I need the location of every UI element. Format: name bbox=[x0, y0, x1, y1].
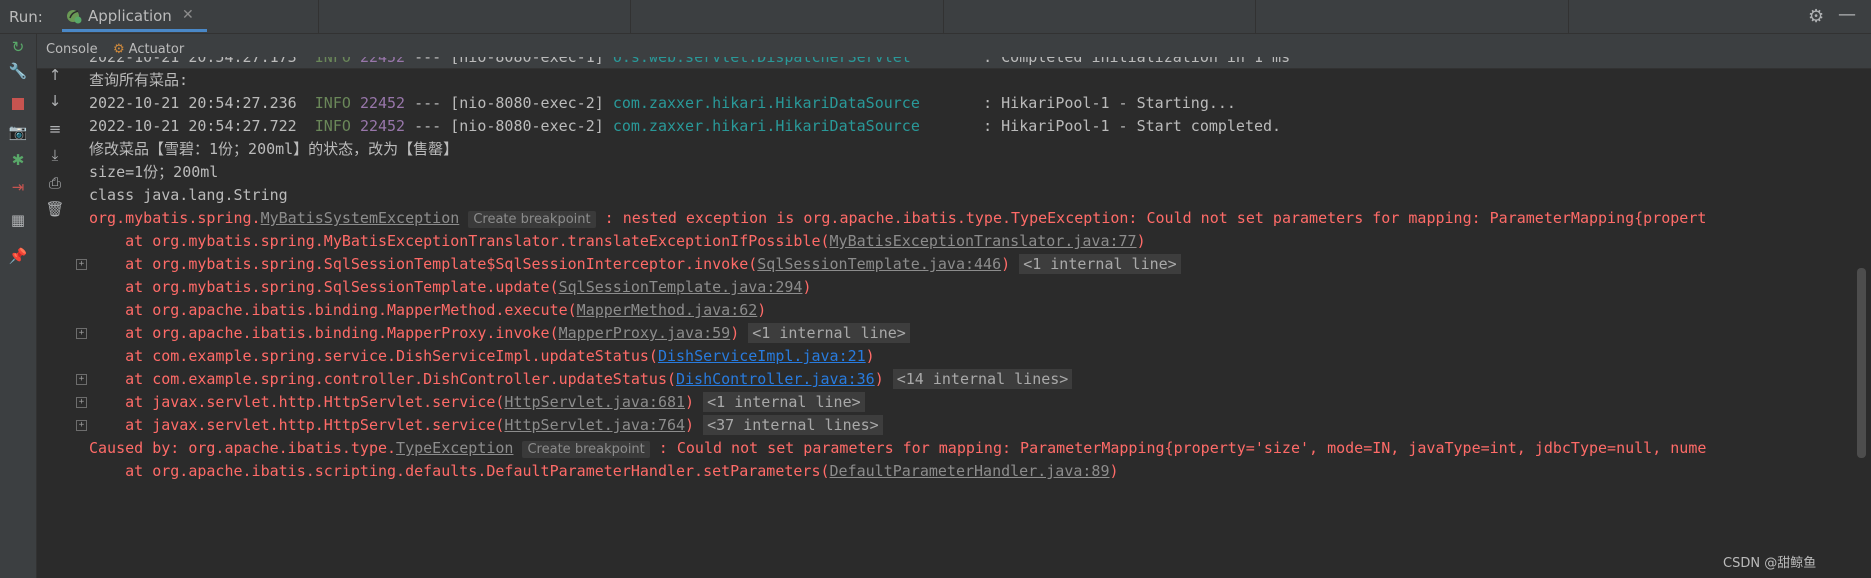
fold-expand-icon[interactable]: + bbox=[76, 328, 87, 339]
stack-frame: at org.apache.ibatis.binding.MapperProxy… bbox=[89, 322, 910, 345]
stop-icon[interactable] bbox=[8, 94, 28, 114]
fold-expand-icon[interactable]: + bbox=[76, 397, 87, 408]
vertical-scrollbar[interactable] bbox=[1857, 268, 1866, 458]
gear-icon[interactable]: ⚙ bbox=[1808, 6, 1824, 27]
run-label: Run: bbox=[9, 8, 43, 26]
source-link[interactable]: MapperMethod.java:62 bbox=[577, 301, 758, 319]
stack-frame: at org.apache.ibatis.binding.MapperMetho… bbox=[89, 301, 767, 319]
exception-class-link[interactable]: TypeException bbox=[396, 439, 513, 457]
rerun-icon[interactable]: ↻ bbox=[8, 37, 28, 57]
source-link[interactable]: MyBatisExceptionTranslator.java:77 bbox=[830, 232, 1137, 250]
exit-icon[interactable]: ⇥ bbox=[8, 177, 28, 197]
up-arrow-icon[interactable]: ↑ bbox=[45, 65, 65, 85]
create-breakpoint-button[interactable]: Create breakpoint bbox=[522, 441, 650, 458]
log-line: 修改菜品【雪碧：1份；200ml】的状态，改为【售罄】 bbox=[89, 140, 459, 158]
debug-icon[interactable]: ✱ bbox=[8, 150, 28, 170]
stack-frame: at org.mybatis.spring.MyBatisExceptionTr… bbox=[89, 232, 1146, 250]
source-link[interactable]: DishController.java:36 bbox=[676, 370, 875, 388]
fold-expand-icon[interactable]: + bbox=[76, 259, 87, 270]
close-icon[interactable]: ✕ bbox=[182, 7, 194, 23]
minimize-icon[interactable]: — bbox=[1838, 4, 1856, 25]
run-toolwindow-header: Run: Application ✕ ⚙ — bbox=[0, 0, 1871, 34]
stack-frame: at javax.servlet.http.HttpServlet.servic… bbox=[89, 414, 883, 437]
source-link[interactable]: HttpServlet.java:681 bbox=[504, 393, 685, 411]
folded-internal-lines[interactable]: <1 internal line> bbox=[748, 323, 910, 343]
wrench-icon[interactable]: 🔧 bbox=[8, 61, 28, 81]
log-line: size=1份；200ml bbox=[89, 163, 219, 181]
stack-frame: at com.example.spring.controller.DishCon… bbox=[89, 368, 1073, 391]
source-link[interactable]: SqlSessionTemplate.java:446 bbox=[757, 255, 1001, 273]
camera-icon[interactable]: 📷 bbox=[8, 122, 28, 142]
log-line: 2022-10-21 20:54:27.236 INFO 22452 --- [… bbox=[89, 94, 1236, 112]
header-divider bbox=[1568, 0, 1569, 33]
log-line: 2022-10-21 20:54:27.722 INFO 22452 --- [… bbox=[89, 117, 1282, 135]
folded-internal-lines[interactable]: <37 internal lines> bbox=[703, 415, 883, 435]
log-line: class java.lang.String bbox=[89, 186, 288, 204]
tab-console[interactable]: Console bbox=[46, 42, 98, 57]
trash-icon[interactable]: 🗑 bbox=[45, 199, 65, 219]
actuator-icon: ⚙ bbox=[113, 42, 125, 57]
create-breakpoint-button[interactable]: Create breakpoint bbox=[468, 211, 596, 228]
stack-frame: at com.example.spring.service.DishServic… bbox=[89, 347, 875, 365]
watermark: CSDN @甜鲸鱼 bbox=[1723, 556, 1817, 571]
source-link[interactable]: DishServiceImpl.java:21 bbox=[658, 347, 866, 365]
header-divider bbox=[943, 0, 944, 33]
stack-frame: at org.apache.ibatis.scripting.defaults.… bbox=[89, 462, 1119, 480]
run-left-toolbar: ↻ 🔧 📷 ✱ ⇥ ▦ 📌 bbox=[0, 34, 37, 578]
tab-application[interactable]: Application ✕ bbox=[62, 0, 207, 33]
fold-expand-icon[interactable]: + bbox=[76, 374, 87, 385]
stack-frame: at org.mybatis.spring.SqlSessionTemplate… bbox=[89, 278, 812, 296]
fold-expand-icon[interactable]: + bbox=[76, 420, 87, 431]
source-link[interactable]: SqlSessionTemplate.java:294 bbox=[559, 278, 803, 296]
log-line: 查询所有菜品: bbox=[89, 71, 189, 89]
caused-by-line: Caused by: org.apache.ibatis.type.TypeEx… bbox=[89, 439, 1707, 458]
down-arrow-icon[interactable]: ↓ bbox=[45, 91, 65, 111]
exception-class-link[interactable]: MyBatisSystemException bbox=[261, 209, 460, 227]
source-link[interactable]: MapperProxy.java:59 bbox=[559, 324, 731, 342]
spring-app-icon bbox=[67, 10, 82, 24]
exception-line: org.mybatis.spring.MyBatisSystemExceptio… bbox=[89, 209, 1707, 228]
tab-actuator-label: Actuator bbox=[128, 42, 185, 57]
tab-application-label: Application bbox=[88, 7, 172, 25]
folded-internal-lines[interactable]: <14 internal lines> bbox=[892, 369, 1073, 389]
header-divider bbox=[630, 0, 631, 33]
console-toolbar: ↑ ↓ ≡ ⤓ ⎙ 🗑 bbox=[37, 66, 73, 578]
pin-icon[interactable]: 📌 bbox=[8, 246, 28, 266]
header-divider bbox=[1255, 0, 1256, 33]
stack-frame: at org.mybatis.spring.SqlSessionTemplate… bbox=[89, 253, 1181, 276]
stack-frame: at javax.servlet.http.HttpServlet.servic… bbox=[89, 391, 865, 414]
header-divider bbox=[318, 0, 319, 33]
source-link[interactable]: HttpServlet.java:764 bbox=[504, 416, 685, 434]
log-line: 2022-10-21 20:54:27.173 INFO 22452 --- [… bbox=[89, 57, 1291, 66]
soft-wrap-icon[interactable]: ≡ bbox=[45, 119, 65, 139]
layout-icon[interactable]: ▦ bbox=[8, 210, 28, 230]
folded-internal-lines[interactable]: <1 internal line> bbox=[703, 392, 865, 412]
folded-internal-lines[interactable]: <1 internal line> bbox=[1019, 254, 1181, 274]
source-link[interactable]: DefaultParameterHandler.java:89 bbox=[830, 462, 1110, 480]
console-output[interactable]: 2022-10-21 20:54:27.173 INFO 22452 --- [… bbox=[73, 57, 1853, 578]
active-tab-indicator bbox=[62, 29, 207, 32]
tab-actuator[interactable]: ⚙ Actuator bbox=[113, 42, 184, 57]
print-icon[interactable]: ⎙ bbox=[45, 173, 65, 193]
scroll-to-end-icon[interactable]: ⤓ bbox=[45, 145, 65, 165]
